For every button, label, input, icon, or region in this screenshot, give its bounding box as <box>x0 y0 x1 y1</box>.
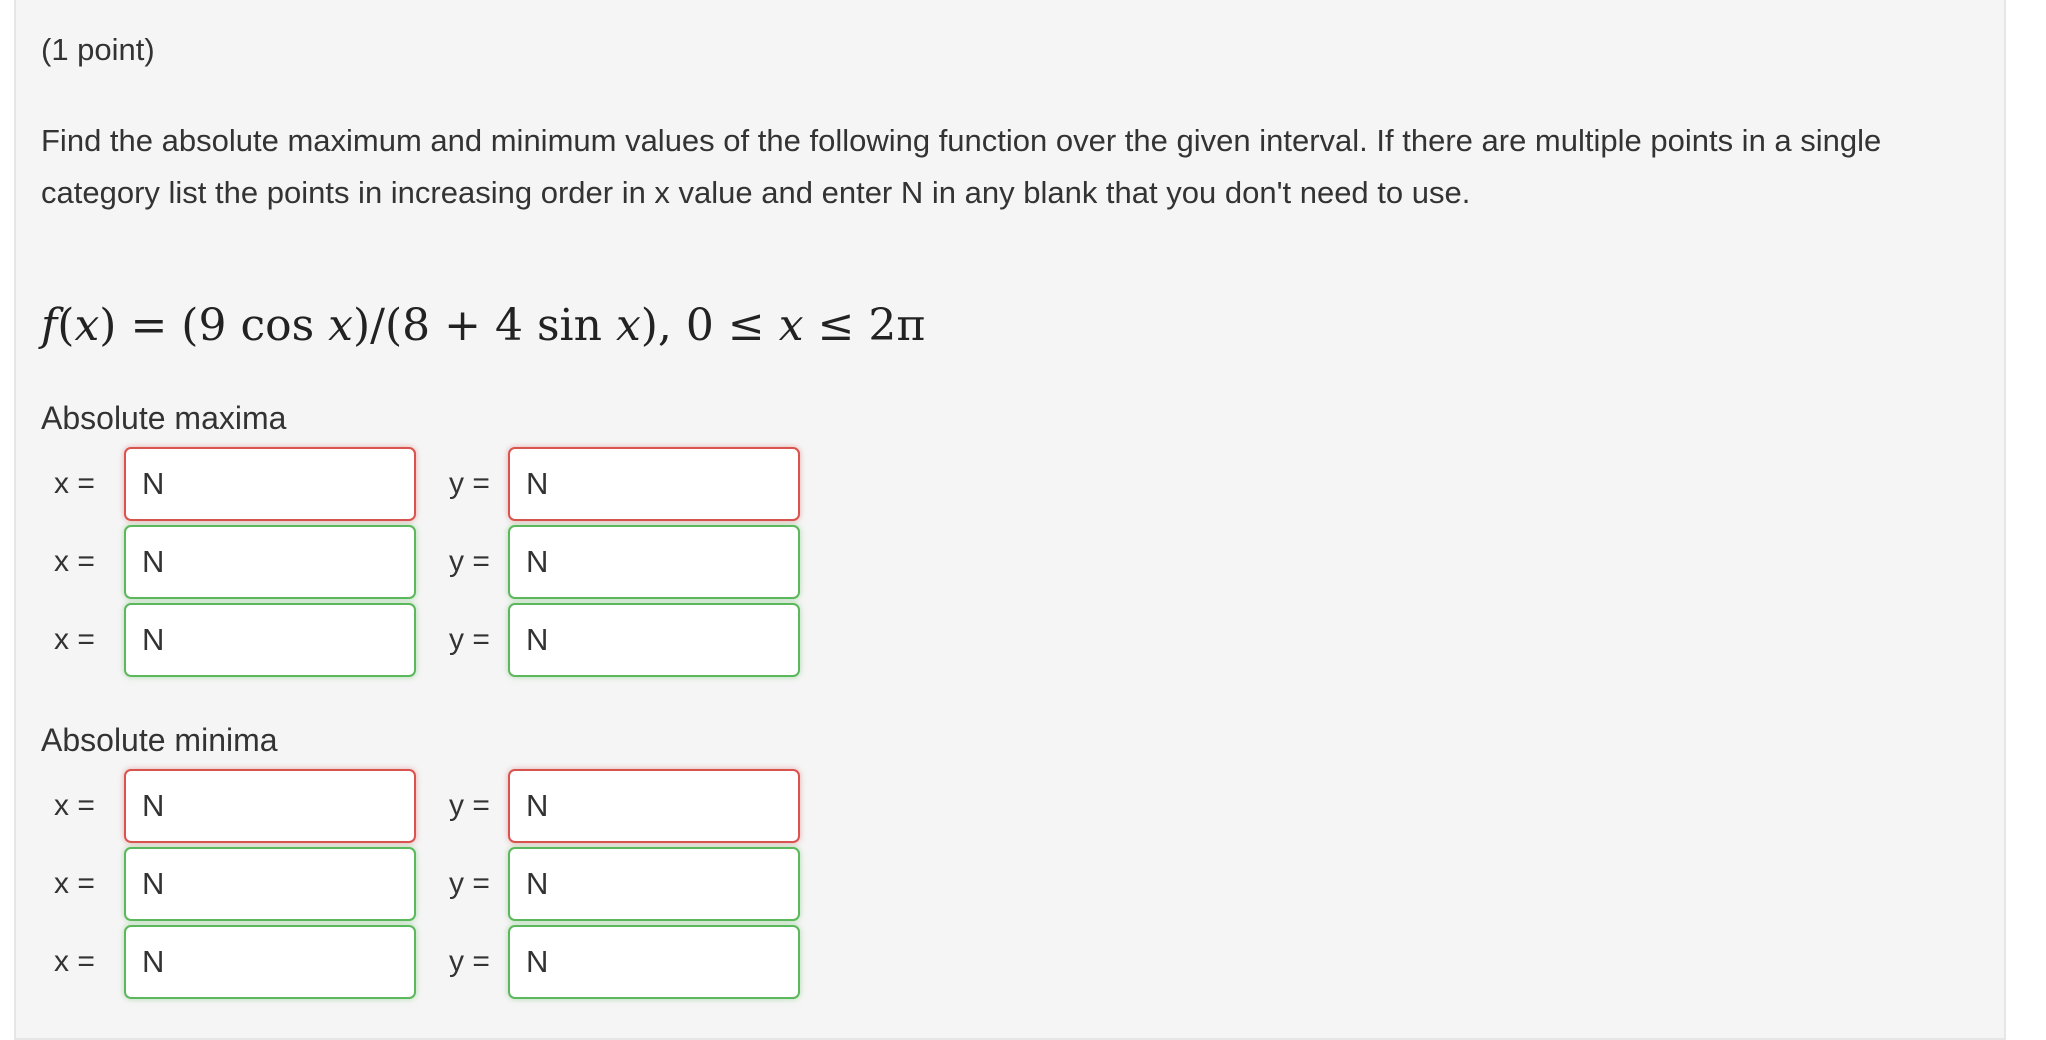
y-label: y = <box>449 467 490 500</box>
x-label: x = <box>54 867 95 900</box>
x-label: x = <box>54 467 95 500</box>
minima-x-input-3[interactable] <box>124 925 416 999</box>
formula-part: )/(8 + 4 sin <box>352 300 616 351</box>
maxima-row-3: x = y = <box>41 603 841 677</box>
x-label: x = <box>54 623 95 656</box>
y-label: y = <box>449 789 490 822</box>
points-label: (1 point) <box>41 32 155 67</box>
formula-part: ≤ 2π <box>803 300 926 351</box>
maxima-x-input-1[interactable] <box>124 447 416 521</box>
formula-x: x <box>74 300 100 351</box>
maxima-y-input-3[interactable] <box>508 603 800 677</box>
question-text: Find the absolute maximum and minimum va… <box>41 123 1882 210</box>
formula-part: ) = (9 cos <box>99 300 329 351</box>
minima-y-input-3[interactable] <box>508 925 800 999</box>
maxima-row-2: x = y = <box>41 525 841 599</box>
formula-x: x <box>328 300 353 351</box>
maxima-title: Absolute maxima <box>41 400 287 436</box>
y-label: y = <box>449 545 490 578</box>
maxima-y-input-1[interactable] <box>508 447 800 521</box>
maxima-y-input-2[interactable] <box>508 525 800 599</box>
x-label: x = <box>54 545 95 578</box>
maxima-row-1: x = y = <box>41 447 841 521</box>
minima-x-input-1[interactable] <box>124 769 416 843</box>
x-label: x = <box>54 789 95 822</box>
y-label: y = <box>449 945 490 978</box>
y-label: y = <box>449 623 490 656</box>
formula-part: ), 0 ≤ <box>640 300 779 351</box>
x-label: x = <box>54 945 95 978</box>
y-label: y = <box>449 867 490 900</box>
minima-row-1: x = y = <box>41 769 841 843</box>
minima-row-3: x = y = <box>41 925 841 999</box>
formula-f: f <box>41 300 58 351</box>
minima-row-2: x = y = <box>41 847 841 921</box>
formula-lparen: ( <box>57 300 75 351</box>
maxima-x-input-2[interactable] <box>124 525 416 599</box>
minima-y-input-2[interactable] <box>508 847 800 921</box>
formula-x: x <box>778 300 804 351</box>
minima-x-input-2[interactable] <box>124 847 416 921</box>
function-formula: f(x) = (9 cos x)/(8 + 4 sin x), 0 ≤ x ≤ … <box>41 296 925 356</box>
maxima-x-input-3[interactable] <box>124 603 416 677</box>
formula-x: x <box>615 300 641 351</box>
minima-y-input-1[interactable] <box>508 769 800 843</box>
problem-panel: (1 point) Find the absolute maximum and … <box>14 0 2006 1040</box>
minima-title: Absolute minima <box>41 722 278 758</box>
